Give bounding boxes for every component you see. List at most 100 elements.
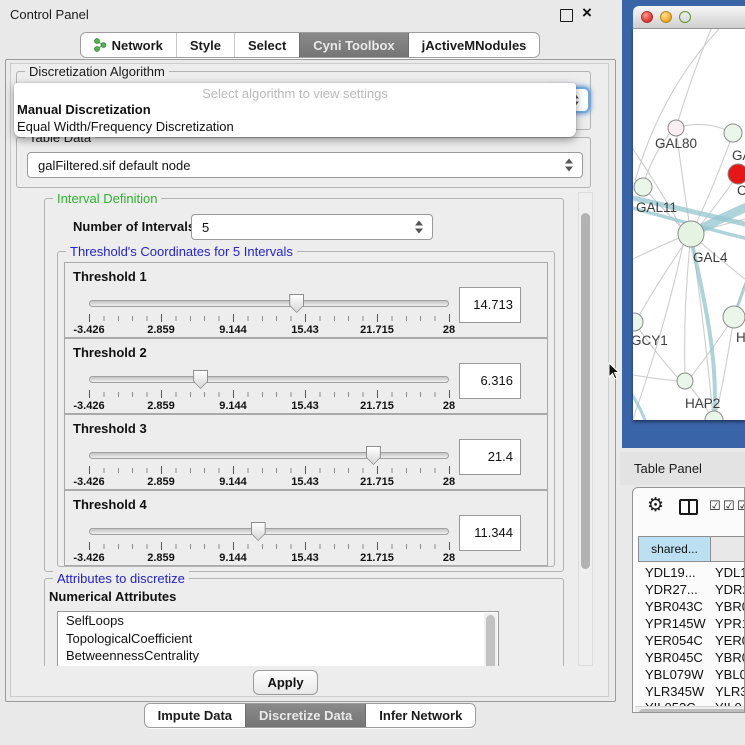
number-of-intervals-combobox[interactable]: 5 xyxy=(191,214,433,240)
node-gal80[interactable] xyxy=(668,120,684,136)
list-item[interactable]: SelfLoops xyxy=(58,612,498,630)
tab-style[interactable]: Style xyxy=(176,33,234,57)
slider-thumb[interactable] xyxy=(289,294,304,313)
node-gal11[interactable] xyxy=(634,178,652,196)
table-horizontal-scrollbar[interactable] xyxy=(635,706,744,713)
slider-thumb[interactable] xyxy=(366,446,381,465)
number-of-intervals-label: Number of Intervals xyxy=(73,219,195,234)
float-window-icon[interactable] xyxy=(560,9,573,22)
threshold-3-value-field[interactable]: 21.4 xyxy=(459,439,521,475)
tab-impute-data[interactable]: Impute Data xyxy=(145,704,245,727)
table-cell[interactable]: YDL1 xyxy=(715,565,745,580)
tab-select[interactable]: Select xyxy=(234,33,299,57)
attributes-group-label: Attributes to discretize xyxy=(53,571,189,586)
network-graph: GAL80 GAL11 GAL4 GCY1 HAP2 GA C H xyxy=(633,29,745,420)
list-item[interactable]: BetweennessCentrality xyxy=(58,647,498,665)
column-header-name[interactable]: na xyxy=(710,536,745,562)
select-all-columns-icon[interactable]: ☑ xyxy=(723,501,735,513)
tick-label: -3.426 xyxy=(73,476,104,488)
node-label-clipped: H xyxy=(736,330,745,345)
tick-label: 15.43 xyxy=(291,324,319,336)
list-scrollbar[interactable] xyxy=(484,613,497,666)
table-cell[interactable]: YLR345W xyxy=(645,684,704,699)
slider-thumb[interactable] xyxy=(251,522,266,541)
table-cell[interactable]: YDR27... xyxy=(645,582,698,597)
table-data-value: galFiltered.sif default node xyxy=(38,158,190,173)
select-columns-icon[interactable]: ☑ xyxy=(709,501,721,513)
threshold-1-slider[interactable]: -3.426 2.859 9.144 15.43 21.715 28 xyxy=(89,295,449,337)
threshold-2-slider[interactable]: -3.426 2.859 9.144 15.43 21.715 28 xyxy=(89,371,449,413)
table-cell[interactable]: YBR0 xyxy=(715,599,745,614)
node-bottom[interactable] xyxy=(705,411,723,420)
gear-icon[interactable]: ⚙ xyxy=(647,494,664,516)
threshold-2-value-field[interactable]: 6.316 xyxy=(459,363,521,399)
slider-track[interactable] xyxy=(89,300,449,307)
slider-minor-ticks xyxy=(89,468,450,473)
dropdown-option-equal-width[interactable]: Equal Width/Frequency Discretization xyxy=(17,119,234,134)
table-cell[interactable]: YDL19... xyxy=(645,565,696,580)
tick-label: 15.43 xyxy=(291,476,319,488)
tab-infer-network[interactable]: Infer Network xyxy=(365,704,475,727)
table-cell[interactable]: YER0 xyxy=(715,633,745,648)
tick-label: -3.426 xyxy=(73,400,104,412)
scrollbar-thumb[interactable] xyxy=(581,213,590,569)
slider-track[interactable] xyxy=(89,376,449,383)
table-cell[interactable]: YLR3 xyxy=(715,684,745,699)
settings-scrollbar[interactable] xyxy=(578,192,593,666)
slider-minor-ticks xyxy=(89,316,450,321)
table-data-combobox[interactable]: galFiltered.sif default node xyxy=(27,152,583,178)
table-cell[interactable]: YBR045C xyxy=(645,650,703,665)
minimize-traffic-light-icon[interactable] xyxy=(660,11,672,23)
table-cell[interactable]: YBL079W xyxy=(645,667,704,682)
slider-track[interactable] xyxy=(89,452,449,459)
network-canvas[interactable]: GAL80 GAL11 GAL4 GCY1 HAP2 GA C H xyxy=(633,29,745,420)
slider-track[interactable] xyxy=(89,528,449,535)
node-gcy1[interactable] xyxy=(633,313,643,331)
tick-label: 15.43 xyxy=(291,552,319,564)
network-window-frame: GAL80 GAL11 GAL4 GCY1 HAP2 GA C H xyxy=(622,0,745,448)
threshold-1-value-field[interactable]: 14.713 xyxy=(459,287,521,323)
table-cell[interactable]: YPR145W xyxy=(645,616,706,631)
table-cell[interactable]: YBL0 xyxy=(715,667,745,682)
tab-cyni-toolbox[interactable]: Cyni Toolbox xyxy=(299,33,407,57)
threshold-4-slider[interactable]: -3.426 2.859 9.144 15.43 21.715 28 xyxy=(89,523,449,565)
tab-jactivemodules[interactable]: jActiveMNodules xyxy=(408,33,540,57)
threshold-4-value-field[interactable]: 11.344 xyxy=(459,515,521,551)
node-h[interactable] xyxy=(723,306,745,328)
close-traffic-light-icon[interactable] xyxy=(641,11,653,23)
list-item[interactable]: TopologicalCoefficient xyxy=(58,630,498,648)
scrollbar-thumb[interactable] xyxy=(639,709,745,713)
tick-label: 9.144 xyxy=(219,400,247,412)
table-cell[interactable]: YBR0 xyxy=(715,650,745,665)
tab-discretize-data[interactable]: Discretize Data xyxy=(245,704,365,727)
node-top-right[interactable] xyxy=(724,124,742,142)
dropdown-option-manual[interactable]: Manual Discretization xyxy=(17,102,151,117)
table-data-group: Table Data galFiltered.sif default node xyxy=(16,137,591,188)
node-hap2[interactable] xyxy=(677,373,693,389)
column-header-shared[interactable]: shared... xyxy=(638,536,711,562)
node-gal4[interactable] xyxy=(678,221,704,247)
threshold-coordinates-group-label: Threshold's Coordinates for 5 Intervals xyxy=(66,244,297,259)
threshold-4-panel: Threshold 4 -3.426 2.859 9.144 15.43 21.… xyxy=(64,490,548,566)
node-red-selected[interactable] xyxy=(728,164,745,184)
table-cell[interactable]: YBR043C xyxy=(645,599,703,614)
tick-label: 21.715 xyxy=(360,476,394,488)
split-view-icon[interactable] xyxy=(679,499,698,515)
tick-label: 9.144 xyxy=(219,476,247,488)
zoom-traffic-light-icon[interactable] xyxy=(679,11,691,23)
close-icon[interactable]: × xyxy=(582,3,592,23)
node-label: GCY1 xyxy=(633,333,668,348)
apply-button[interactable]: Apply xyxy=(253,670,318,695)
table-cell[interactable]: YPR1 xyxy=(715,616,745,631)
attributes-group: Attributes to discretize Numerical Attri… xyxy=(44,578,564,666)
table-cell[interactable]: YDR2 xyxy=(715,582,745,597)
tab-network[interactable]: Network xyxy=(81,33,176,57)
slider-minor-ticks xyxy=(89,544,450,549)
table-cell[interactable]: YER054C xyxy=(645,633,703,648)
threshold-3-slider[interactable]: -3.426 2.859 9.144 15.43 21.715 28 xyxy=(89,447,449,489)
checkbox-icon[interactable]: ☑ xyxy=(737,501,745,513)
slider-thumb[interactable] xyxy=(193,370,208,389)
numerical-attributes-list[interactable]: SelfLoops TopologicalCoefficient Between… xyxy=(57,611,499,666)
threshold-2-label: Threshold 2 xyxy=(73,345,147,360)
tab-network-label: Network xyxy=(112,38,163,53)
